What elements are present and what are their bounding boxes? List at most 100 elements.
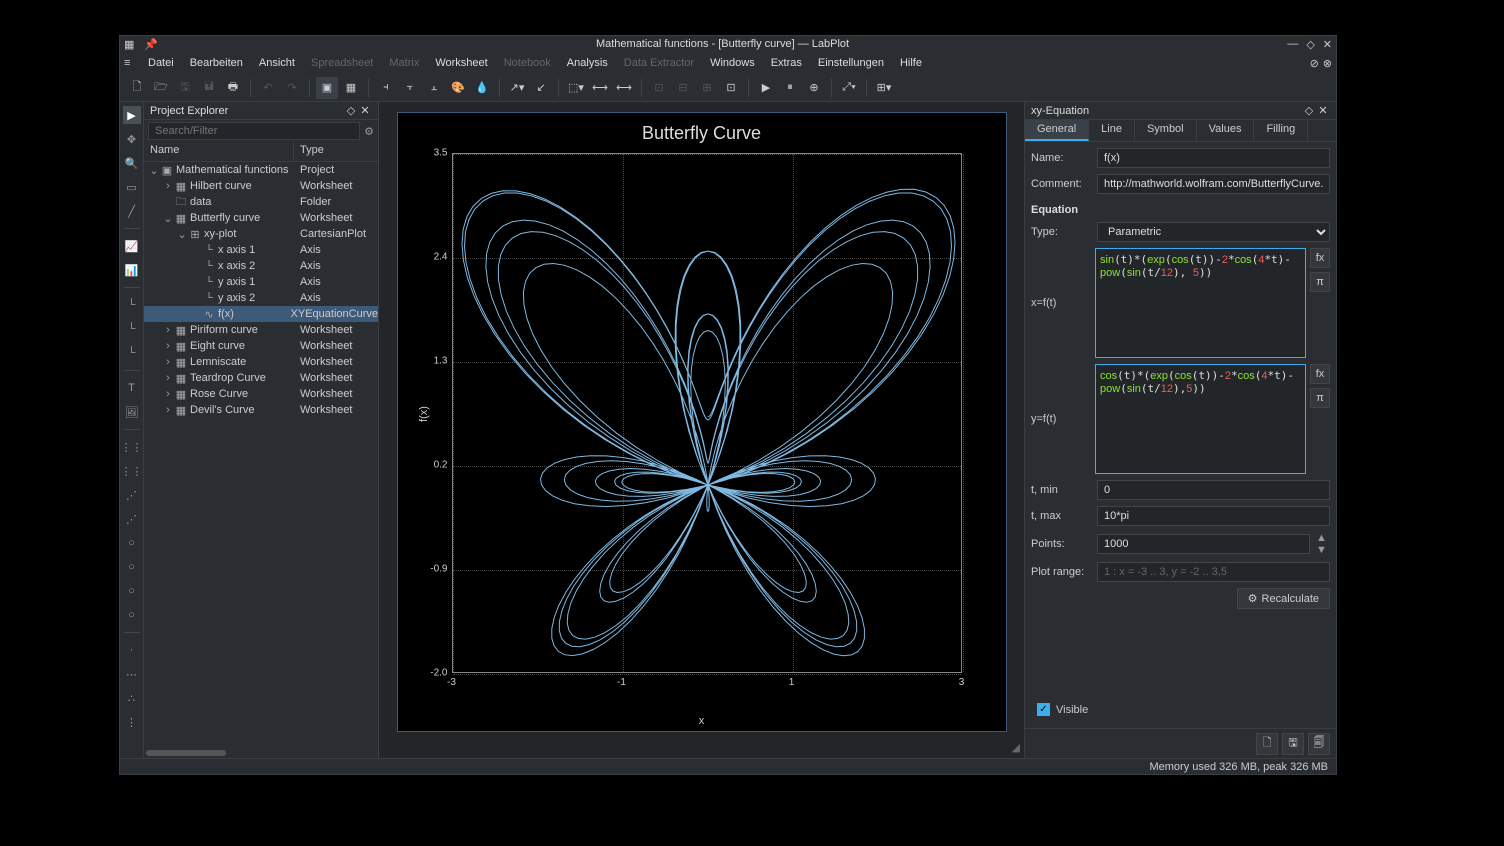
tool-1[interactable]: ⊡: [648, 77, 670, 99]
y-equation-input[interactable]: cos(t)*(exp(cos(t))-2*cos(4*t)-pow(sin(t…: [1095, 364, 1306, 474]
tab-line[interactable]: Line: [1089, 120, 1135, 141]
menu-bearbeiten[interactable]: Bearbeiten: [182, 55, 251, 71]
tool-4[interactable]: ⊡: [720, 77, 742, 99]
scale-button[interactable]: ⤢▾: [838, 77, 860, 99]
menu-hilfe[interactable]: Hilfe: [892, 55, 930, 71]
tmax-input[interactable]: [1097, 506, 1330, 526]
tree-toggle-icon[interactable]: ›: [162, 356, 174, 368]
marker4-tool[interactable]: ○: [123, 606, 141, 624]
points-tool[interactable]: ⋯: [123, 665, 141, 683]
menu-analysis[interactable]: Analysis: [559, 55, 616, 71]
zoom-y-button[interactable]: ⟷: [613, 77, 635, 99]
tree-row-xy-plot[interactable]: ⌄⊞xy-plotCartesianPlot: [144, 226, 378, 242]
redo-button[interactable]: ↷: [281, 77, 303, 99]
tab-values[interactable]: Values: [1197, 120, 1255, 141]
scatter-tool[interactable]: ∴: [123, 689, 141, 707]
align-right-button[interactable]: ⫠: [423, 77, 445, 99]
grid-dot-tool[interactable]: ⋮⋮: [123, 438, 141, 456]
menu-worksheet[interactable]: Worksheet: [427, 55, 495, 71]
undo-button[interactable]: ↶: [257, 77, 279, 99]
plot-frame[interactable]: Butterfly Curve f(x) x -3-113 -2.0-0.90.…: [397, 112, 1007, 732]
more-tool[interactable]: ⋮: [123, 713, 141, 731]
explorer-close-icon[interactable]: ✕: [358, 104, 372, 118]
tree-row-lemniscate[interactable]: ›▦LemniscateWorksheet: [144, 354, 378, 370]
tree-toggle-icon[interactable]: ⌄: [162, 212, 174, 225]
points-spinner[interactable]: ▲▼: [1316, 532, 1330, 556]
tree-toggle-icon[interactable]: ›: [162, 340, 174, 352]
recalculate-button[interactable]: ⚙ Recalculate: [1237, 588, 1330, 609]
cursor-tool[interactable]: ▶: [123, 106, 141, 124]
tmin-input[interactable]: [1097, 480, 1330, 500]
tree-toggle-icon[interactable]: ›: [162, 324, 174, 336]
maximize-button[interactable]: ◇: [1306, 38, 1314, 51]
explorer-scrollbar[interactable]: [144, 748, 378, 758]
axis-b-tool[interactable]: └: [123, 320, 141, 338]
align-left-button[interactable]: ⫞: [375, 77, 397, 99]
tree-row-x-axis-2[interactable]: └x axis 2Axis: [144, 258, 378, 274]
theme-button[interactable]: 🎨: [447, 77, 469, 99]
save-as-button[interactable]: 🖬: [198, 77, 220, 99]
menu-datei[interactable]: Datei: [140, 55, 182, 71]
footer-copy-button[interactable]: 🗐: [1308, 733, 1330, 755]
bar-tool[interactable]: 📊: [123, 261, 141, 279]
tree-row-devil's-curve[interactable]: ›▦Devil's CurveWorksheet: [144, 402, 378, 418]
comment-input[interactable]: [1097, 174, 1330, 194]
close-button[interactable]: ✕: [1323, 38, 1332, 51]
tool-3[interactable]: ⊞: [696, 77, 718, 99]
tree-row-piriform-curve[interactable]: ›▦Piriform curveWorksheet: [144, 322, 378, 338]
name-input[interactable]: [1097, 148, 1330, 168]
align-center-button[interactable]: ⫟: [399, 77, 421, 99]
explorer-float-icon[interactable]: ◇: [344, 104, 358, 118]
new-button[interactable]: 🗋: [126, 77, 148, 99]
tree-toggle-icon[interactable]: ›: [162, 404, 174, 416]
tree-header-name[interactable]: Name: [144, 142, 294, 161]
grid-coarse-tool[interactable]: ⋰: [123, 510, 141, 528]
tree-toggle-icon[interactable]: ⌄: [148, 164, 160, 177]
app-menu-icon[interactable]: ≡: [124, 57, 138, 69]
grid-button[interactable]: ⊞▾: [873, 77, 895, 99]
fill-button[interactable]: 💧: [471, 77, 493, 99]
menu-windows[interactable]: Windows: [702, 55, 763, 71]
y-pi-button[interactable]: π: [1310, 388, 1330, 408]
marker2-tool[interactable]: ○: [123, 558, 141, 576]
image-tool[interactable]: 🖼: [123, 403, 141, 421]
tree-row-rose-curve[interactable]: ›▦Rose CurveWorksheet: [144, 386, 378, 402]
import-button[interactable]: ↙: [530, 77, 552, 99]
axis-t-tool[interactable]: └: [123, 344, 141, 362]
tree-toggle-icon[interactable]: ›: [162, 388, 174, 400]
open-button[interactable]: 🗁: [150, 77, 172, 99]
curve-tool[interactable]: 📈: [123, 237, 141, 255]
tree-row-teardrop-curve[interactable]: ›▦Teardrop CurveWorksheet: [144, 370, 378, 386]
tree-row-x-axis-1[interactable]: └x axis 1Axis: [144, 242, 378, 258]
layout-grid-button[interactable]: ▦: [340, 77, 362, 99]
minimize-button[interactable]: —: [1287, 38, 1298, 51]
marker-tool[interactable]: ○: [123, 534, 141, 552]
tab-general[interactable]: General: [1025, 120, 1089, 141]
resize-handle-icon[interactable]: ◢: [1012, 741, 1020, 754]
zoom-x-button[interactable]: ⟷: [589, 77, 611, 99]
export-button[interactable]: ↗▾: [506, 77, 528, 99]
layout-single-button[interactable]: ▣: [316, 77, 338, 99]
menubar-close-icon[interactable]: ⊗: [1323, 57, 1332, 70]
tool-2[interactable]: ⊟: [672, 77, 694, 99]
tree-row-mathematical-functions[interactable]: ⌄▣Mathematical functionsProject: [144, 162, 378, 178]
plotrange-select[interactable]: [1097, 562, 1330, 582]
print-button[interactable]: 🖶: [222, 77, 244, 99]
x-fx-button[interactable]: fx: [1310, 248, 1330, 268]
menubar-help-icon[interactable]: ⊘: [1310, 57, 1319, 70]
tree-header-type[interactable]: Type: [294, 142, 378, 161]
line-tool[interactable]: ╱: [123, 202, 141, 220]
tree-toggle-icon[interactable]: ›: [162, 180, 174, 192]
rect-tool[interactable]: ▭: [123, 178, 141, 196]
tree-row-eight-curve[interactable]: ›▦Eight curveWorksheet: [144, 338, 378, 354]
grid-line-tool[interactable]: ⋮⋮: [123, 462, 141, 480]
filter-icon[interactable]: ⚙: [364, 125, 374, 138]
properties-close-icon[interactable]: ✕: [1316, 104, 1330, 118]
tree-toggle-icon[interactable]: ›: [162, 372, 174, 384]
tree-row-y-axis-2[interactable]: └y axis 2Axis: [144, 290, 378, 306]
tab-symbol[interactable]: Symbol: [1135, 120, 1197, 141]
zoom-tool[interactable]: 🔍: [123, 154, 141, 172]
properties-float-icon[interactable]: ◇: [1302, 104, 1316, 118]
tree-row-f(x)[interactable]: ∿f(x)XYEquationCurve: [144, 306, 378, 322]
points-input[interactable]: [1097, 534, 1310, 554]
